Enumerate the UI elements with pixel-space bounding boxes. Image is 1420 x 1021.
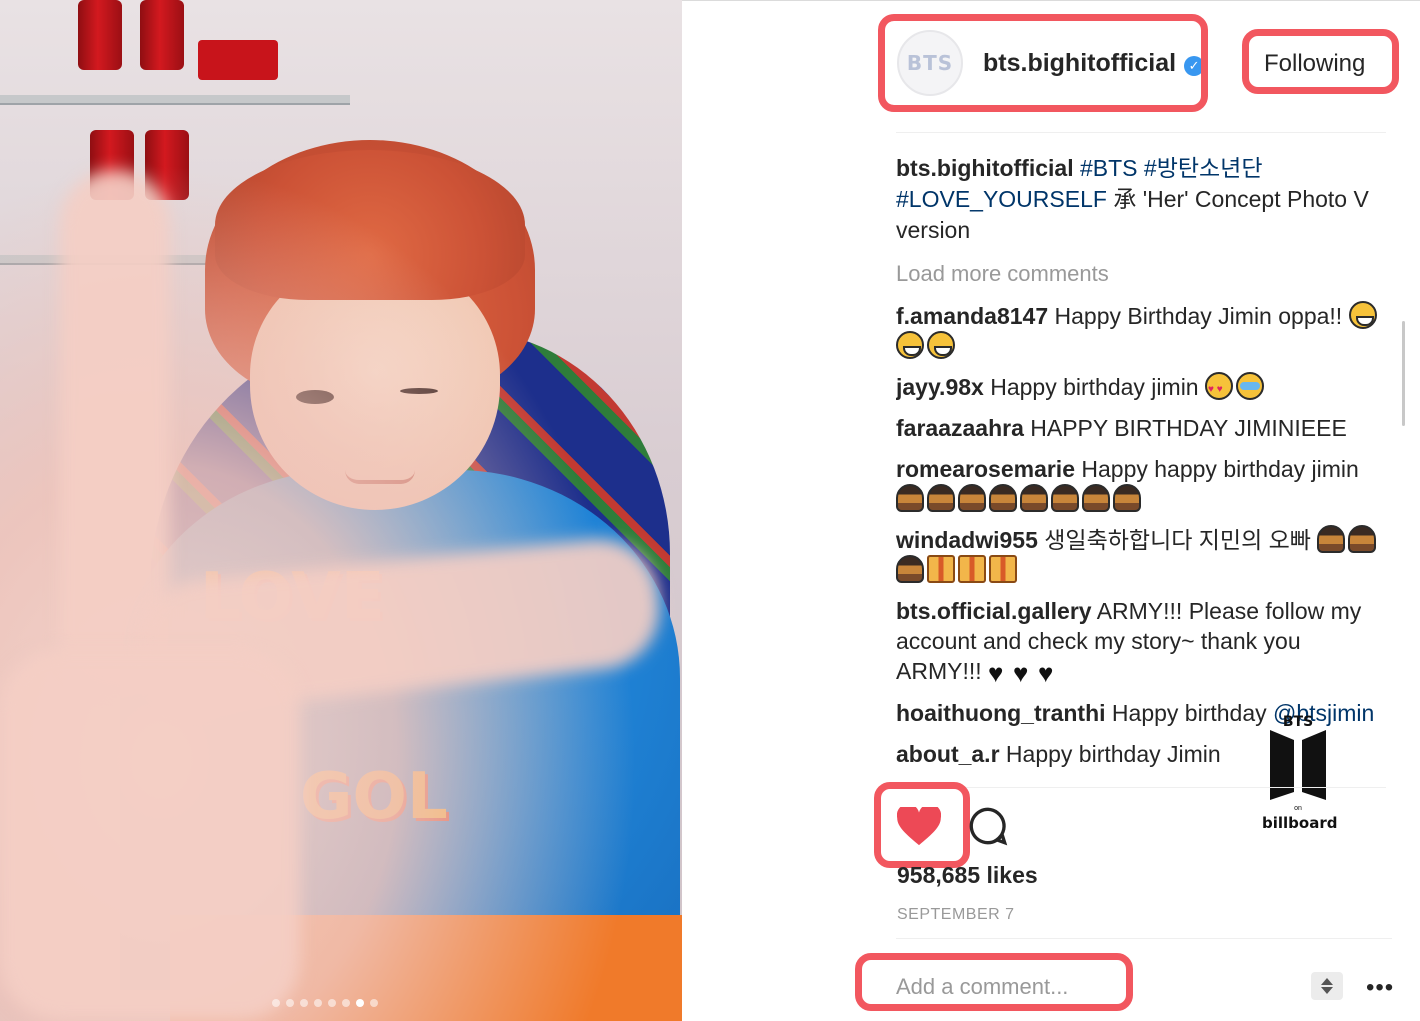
- comment-text: Happy birthday jimin: [990, 374, 1199, 400]
- gift-emoji-icon: [958, 555, 986, 583]
- soda-can: [140, 0, 184, 70]
- bheart-emoji-icon: ♥: [1038, 658, 1054, 688]
- cake-emoji-icon: [927, 484, 955, 512]
- comment-icon: [969, 807, 1008, 846]
- carousel-dot[interactable]: [314, 999, 322, 1007]
- load-more-comments-link[interactable]: Load more comments: [896, 261, 1386, 287]
- cake-emoji-icon: [896, 555, 924, 583]
- comment-row: faraazaahra HAPPY BIRTHDAY JIMINIEEE: [896, 413, 1386, 443]
- grin-emoji-icon: [896, 331, 924, 359]
- likes-count[interactable]: 958,685 likes: [897, 862, 1038, 889]
- cake-emoji-icon: [1020, 484, 1048, 512]
- highlight-box-username: [878, 14, 1208, 112]
- actions-divider: [896, 787, 1386, 788]
- cake-emoji-icon: [989, 484, 1017, 512]
- cake-emoji-icon: [1113, 484, 1141, 512]
- carousel-dot[interactable]: [370, 999, 378, 1007]
- comment-text: Happy Birthday Jimin oppa!!: [1054, 303, 1343, 329]
- carousel-dot[interactable]: [286, 999, 294, 1007]
- comment-username[interactable]: faraazaahra: [896, 415, 1024, 441]
- scroll-arrows-icon[interactable]: [1311, 972, 1343, 1000]
- comment-row: jayy.98x Happy birthday jimin: [896, 372, 1386, 405]
- caption-hashtag-love-yourself[interactable]: #LOVE_YOURSELF: [896, 186, 1107, 212]
- comment-text: Happy happy birthday jimin: [1081, 456, 1359, 482]
- comment-text: HAPPY BIRTHDAY JIMINIEEE: [1030, 415, 1347, 441]
- grin-emoji-icon: [1348, 301, 1377, 329]
- more-options-icon[interactable]: •••: [1366, 976, 1394, 1000]
- comments-feed[interactable]: bts.bighitofficial #BTS #방탄소년단 #LOVE_YOU…: [896, 132, 1386, 787]
- blurred-palm: [0, 650, 300, 1020]
- logo-bts-text: BTS: [1282, 714, 1314, 730]
- cake-emoji-icon: [1082, 484, 1110, 512]
- bheart-emoji-icon: ♥: [1013, 658, 1029, 688]
- bts-door-icon: [1270, 730, 1326, 800]
- comment-username[interactable]: jayy.98x: [896, 374, 984, 400]
- comment-username[interactable]: bts.official.gallery: [896, 598, 1092, 624]
- caption-username[interactable]: bts.bighitofficial: [896, 155, 1074, 181]
- cake-emoji-icon: [1051, 484, 1079, 512]
- soda-can: [78, 0, 122, 70]
- comment-username[interactable]: f.amanda8147: [896, 303, 1048, 329]
- post-photo[interactable]: LOVE GOL: [0, 0, 682, 1021]
- post-caption: bts.bighitofficial #BTS #방탄소년단 #LOVE_YOU…: [896, 153, 1386, 246]
- comment-username[interactable]: romearosemarie: [896, 456, 1075, 482]
- bts-on-billboard-logo: BTS on billboard: [1262, 714, 1338, 832]
- cake-emoji-icon: [1317, 525, 1346, 553]
- comment-username[interactable]: hoaithuong_tranthi: [896, 700, 1106, 726]
- comment-text: Happy birthday: [1111, 700, 1267, 726]
- cake-emoji-icon: [1348, 525, 1377, 553]
- comments-list: f.amanda8147 Happy Birthday Jimin oppa!!…: [896, 301, 1386, 769]
- gift-emoji-icon: [927, 555, 955, 583]
- comment-text: Happy birthday Jimin: [1005, 741, 1221, 767]
- bheart-emoji-icon: ♥: [988, 658, 1004, 688]
- post-panel: BTS bts.bighitofficial ✓ Following bts.bi…: [682, 0, 1420, 1021]
- comment-row: bts.official.gallery ARMY!!! Please foll…: [896, 596, 1386, 687]
- carousel-dot[interactable]: [328, 999, 336, 1007]
- carousel-dot[interactable]: [300, 999, 308, 1007]
- cry-emoji-icon: [1235, 372, 1264, 400]
- comment-text: 생일축하합니다 지민의 오빠: [1044, 527, 1311, 553]
- comment-row: romearosemarie Happy happy birthday jimi…: [896, 454, 1386, 514]
- fridge-shelf: [0, 95, 350, 105]
- grin-emoji-icon: [927, 331, 955, 359]
- logo-on-text: on: [1294, 805, 1302, 812]
- highlight-box-following: [1242, 29, 1399, 94]
- comment-button[interactable]: [966, 804, 1010, 848]
- comment-username[interactable]: windadwi955: [896, 527, 1038, 553]
- comment-row: f.amanda8147 Happy Birthday Jimin oppa!!: [896, 301, 1386, 361]
- carousel-dots[interactable]: [272, 999, 378, 1007]
- cake-emoji-icon: [958, 484, 986, 512]
- highlight-box-like: [874, 782, 970, 868]
- cake-emoji-icon: [896, 484, 924, 512]
- comment-divider: [896, 938, 1392, 939]
- post-date[interactable]: SEPTEMBER 7: [897, 906, 1015, 924]
- carousel-dot[interactable]: [272, 999, 280, 1007]
- caption-hashtags[interactable]: #BTS #방탄소년단: [1080, 155, 1263, 181]
- logo-billboard-text: billboard: [1262, 814, 1338, 832]
- carousel-dot[interactable]: [356, 999, 364, 1007]
- highlight-box-comment: [855, 953, 1133, 1011]
- carousel-dot[interactable]: [342, 999, 350, 1007]
- comment-row: windadwi955 생일축하합니다 지민의 오빠: [896, 525, 1386, 585]
- soda-label: [198, 40, 278, 80]
- gift-emoji-icon: [989, 555, 1017, 583]
- heart-eyes-emoji-icon: [1204, 372, 1233, 405]
- comment-username[interactable]: about_a.r: [896, 741, 1000, 767]
